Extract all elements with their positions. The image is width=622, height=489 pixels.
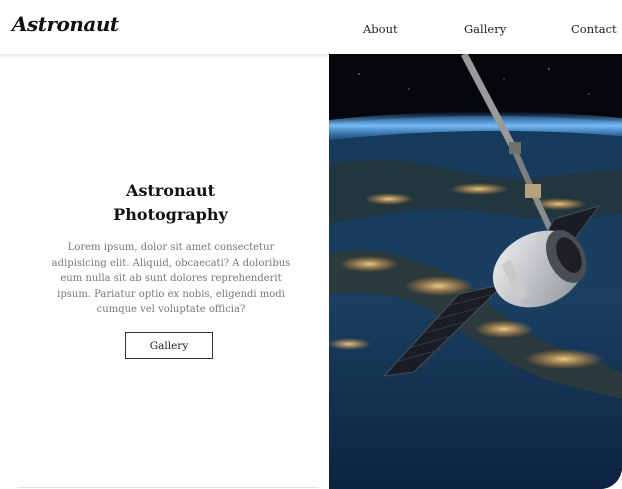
nav-link-contact[interactable]: Contact	[571, 22, 617, 36]
site-header: Astronaut About Gallery Contact	[0, 0, 622, 54]
nav-link-gallery[interactable]: Gallery	[464, 22, 506, 36]
hero-title: Astronaut Photography	[0, 179, 341, 227]
hero-title-line-2: Photography	[113, 205, 228, 224]
divider	[18, 487, 318, 488]
hero-text-panel: Astronaut Photography Lorem ipsum, dolor…	[0, 54, 329, 489]
hero-image	[329, 54, 622, 489]
hero-title-line-1: Astronaut	[126, 181, 215, 200]
space-capsule-image	[329, 54, 622, 489]
logo[interactable]: Astronaut	[12, 12, 119, 36]
gallery-button[interactable]: Gallery	[125, 332, 213, 359]
hero-description: Lorem ipsum, dolor sit amet consectetur …	[51, 242, 291, 315]
nav-link-about[interactable]: About	[363, 22, 398, 36]
